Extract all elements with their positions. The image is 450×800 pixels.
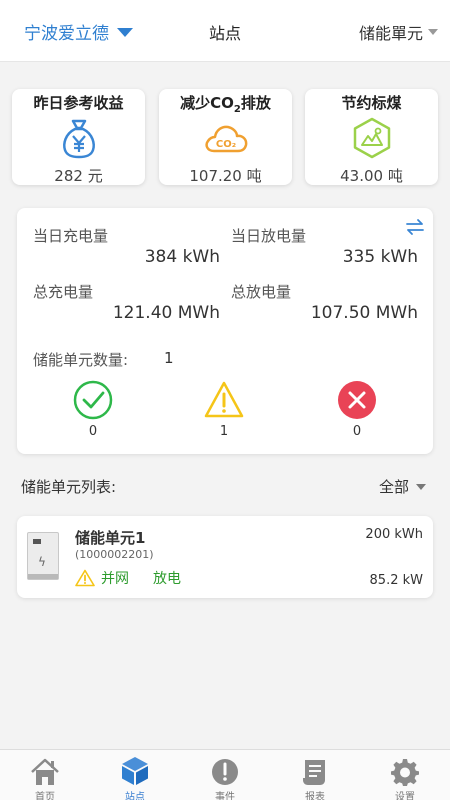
- nav-item-events[interactable]: 事件: [180, 750, 270, 800]
- unit-count-value: 1: [164, 349, 174, 367]
- stat-card-coal: 节约标煤 43.00 吨: [305, 89, 438, 185]
- stat-card-revenue: 昨日参考收益 282 元: [12, 89, 145, 185]
- fault-count: 0: [352, 424, 362, 439]
- chevron-down-icon: [416, 483, 426, 490]
- unit-name: 储能单元1: [75, 529, 146, 547]
- bottom-nav: 首页 站点 事件 报表 设置: [0, 749, 450, 800]
- unit-power: 85.2 kW: [369, 573, 423, 588]
- alert-icon: [180, 756, 270, 786]
- stat-title: 昨日参考收益: [33, 94, 124, 112]
- nav-item-home[interactable]: 首页: [0, 750, 90, 800]
- cube-icon: [90, 756, 180, 786]
- fault-x-circle-icon[interactable]: [337, 380, 377, 420]
- grid-status: 并网: [101, 571, 129, 587]
- storage-cabinet-icon: ϟ: [27, 532, 59, 580]
- stat-card-co2: 减少CO2排放 CO₂ 107.20 吨: [159, 89, 292, 185]
- energy-summary-card: 当日充电量 384 kWh 当日放电量 335 kWh 总充电量 121.40 …: [17, 208, 433, 454]
- unit-list-title: 储能单元列表:: [21, 478, 117, 496]
- total-discharge-label: 总放电量: [231, 283, 292, 301]
- unit-id: (1000002201): [75, 548, 154, 561]
- money-bag-icon: [12, 116, 145, 160]
- stat-title: 减少CO2排放: [180, 94, 271, 115]
- nav-item-reports[interactable]: 报表: [270, 750, 360, 800]
- unit-selector[interactable]: 储能單元: [359, 20, 438, 44]
- nav-label: 设置: [395, 792, 415, 800]
- list-item[interactable]: ϟ 储能单元1 (1000002201) 并网 放电 200 kWh 85.2 …: [17, 516, 433, 598]
- check-circle-icon[interactable]: [73, 380, 113, 420]
- warning-triangle-icon: [75, 569, 95, 587]
- home-icon: [0, 756, 90, 786]
- total-discharge-value: 107.50 MWh: [310, 303, 418, 323]
- mode-status: 放电: [153, 571, 181, 587]
- nav-label: 事件: [215, 792, 235, 800]
- coal-hexagon-icon: [305, 116, 438, 160]
- total-charge-label: 总充电量: [33, 283, 94, 301]
- filter-dropdown[interactable]: 全部: [379, 476, 426, 497]
- nav-item-station[interactable]: 站点: [90, 750, 180, 800]
- unit-status-row: 并网 放电: [75, 568, 181, 588]
- nav-item-settings[interactable]: 设置: [360, 750, 450, 800]
- stat-value: 43.00 吨: [340, 167, 403, 185]
- nav-label: 站点: [125, 792, 145, 800]
- gear-icon: [360, 756, 450, 786]
- day-charge-label: 当日充电量: [33, 227, 109, 245]
- day-charge-value: 384 kWh: [144, 247, 220, 267]
- swap-arrows-icon[interactable]: [404, 216, 426, 242]
- normal-count: 0: [88, 424, 98, 439]
- warning-triangle-icon[interactable]: [204, 380, 244, 420]
- unit-selector-label: 储能單元: [358, 24, 423, 43]
- warning-count: 1: [219, 424, 229, 439]
- report-icon: [270, 756, 360, 786]
- svg-text:CO₂: CO₂: [215, 139, 235, 150]
- stat-value: 107.20 吨: [189, 167, 262, 185]
- nav-label: 首页: [35, 792, 55, 800]
- top-header: 宁波爱立德 站点 储能單元: [0, 0, 450, 62]
- stat-title: 节约标煤: [341, 94, 402, 112]
- unit-count-label: 储能单元数量:: [33, 351, 129, 369]
- co2-cloud-icon: CO₂: [159, 116, 292, 160]
- day-discharge-value: 335 kWh: [342, 247, 418, 267]
- nav-label: 报表: [305, 792, 325, 800]
- total-charge-value: 121.40 MWh: [112, 303, 220, 323]
- unit-capacity: 200 kWh: [365, 527, 423, 542]
- day-discharge-label: 当日放电量: [231, 227, 307, 245]
- filter-label: 全部: [378, 478, 409, 496]
- stat-value: 282 元: [54, 167, 103, 185]
- chevron-down-icon: [428, 29, 438, 35]
